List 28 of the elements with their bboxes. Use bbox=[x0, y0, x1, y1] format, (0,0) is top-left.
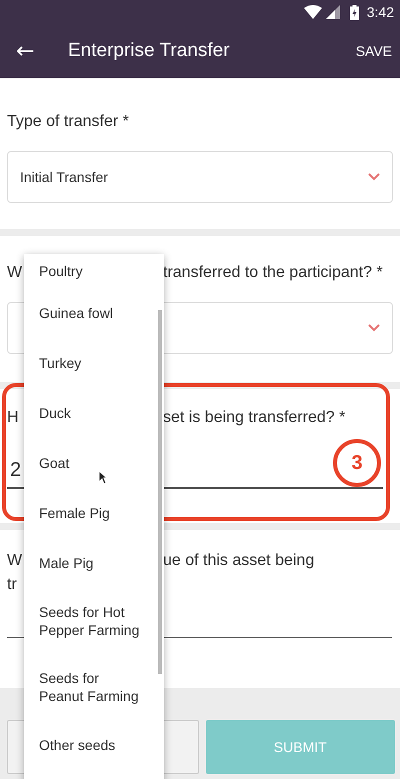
status-time: 3:42 bbox=[366, 4, 394, 20]
signal-icon bbox=[326, 5, 340, 19]
menu-item[interactable]: Seeds for Peanut Farming bbox=[24, 654, 154, 720]
question-label: tr bbox=[7, 576, 17, 594]
chevron-down-icon bbox=[368, 173, 380, 181]
cursor-icon bbox=[98, 470, 108, 485]
question-label: W bbox=[7, 264, 22, 282]
question-label: Type of transfer * bbox=[7, 113, 129, 131]
menu-item[interactable]: Male Pig bbox=[24, 538, 154, 588]
menu-item[interactable]: Female Pig bbox=[24, 488, 154, 538]
menu-item[interactable]: Seeds for Hot Pepper Farming bbox=[24, 588, 154, 654]
screen-title: Enterprise Transfer bbox=[68, 40, 231, 62]
question-label: set is being transferred? * bbox=[163, 409, 346, 427]
menu-item[interactable]: Poultry bbox=[24, 254, 154, 288]
menu-item[interactable]: Turkey bbox=[24, 338, 154, 388]
wifi-icon bbox=[304, 5, 322, 19]
battery-icon bbox=[350, 4, 359, 20]
dropdown-field[interactable]: Initial Transfer bbox=[7, 151, 393, 203]
menu-item[interactable]: Other seeds bbox=[24, 720, 154, 770]
question-label: H bbox=[7, 409, 19, 427]
chevron-down-icon bbox=[368, 324, 380, 332]
question-label: transferred to the participant? * bbox=[163, 264, 383, 282]
back-button[interactable]: ← bbox=[0, 38, 60, 64]
menu-item[interactable]: Guinea fowl bbox=[24, 288, 154, 338]
question-label: ue of this asset being bbox=[163, 552, 314, 570]
question-label: W bbox=[7, 552, 22, 570]
save-button[interactable]: SAVE bbox=[348, 43, 400, 59]
menu-item[interactable]: Duck bbox=[24, 388, 154, 438]
